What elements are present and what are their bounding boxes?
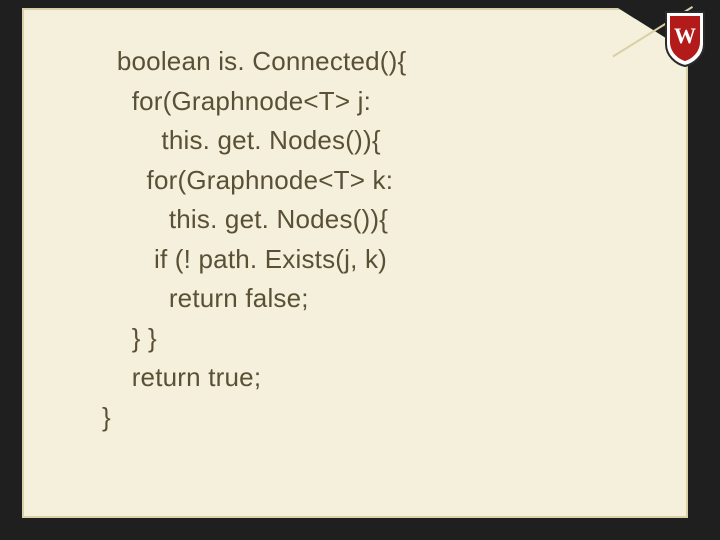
code-line: for(Graphnode<T> k: — [102, 165, 393, 195]
slide-stage: boolean is. Connected(){ for(Graphnode<T… — [0, 0, 720, 540]
code-line: this. get. Nodes()){ — [102, 204, 388, 234]
code-line: return false; — [102, 283, 309, 313]
code-block: boolean is. Connected(){ for(Graphnode<T… — [102, 42, 622, 437]
content-card: boolean is. Connected(){ for(Graphnode<T… — [22, 8, 688, 518]
code-line: this. get. Nodes()){ — [102, 125, 381, 155]
code-line: return true; — [102, 362, 261, 392]
code-line: } — [102, 402, 111, 432]
code-line: boolean is. Connected(){ — [102, 46, 406, 76]
wisconsin-crest-icon: W — [664, 10, 706, 68]
code-line: if (! path. Exists(j, k) — [102, 244, 387, 274]
code-line: for(Graphnode<T> j: — [102, 86, 371, 116]
code-line: } } — [102, 323, 157, 353]
crest-letter: W — [674, 23, 696, 48]
